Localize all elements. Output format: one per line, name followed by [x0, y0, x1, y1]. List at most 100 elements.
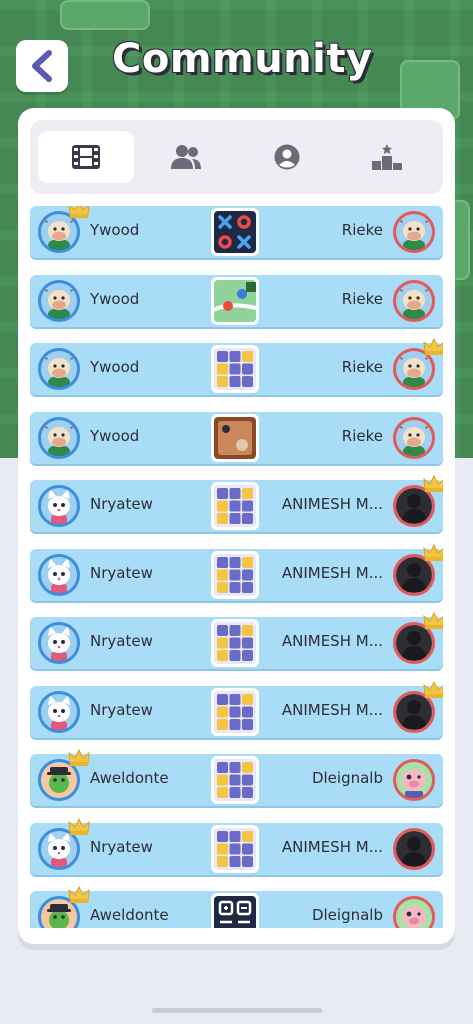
player-name-right: ANIMESH M...	[281, 700, 383, 719]
memory-grid-icon	[214, 827, 256, 870]
player-name-left: Nryatew	[90, 495, 153, 513]
player-name-left: Nryatew	[90, 632, 153, 650]
memory-grid-icon	[214, 622, 256, 664]
player-avatar-right[interactable]	[393, 827, 435, 870]
player-avatar-left[interactable]	[38, 485, 80, 527]
player-name-left: Nryatew	[90, 837, 153, 856]
user-circle-icon	[274, 144, 300, 170]
match-row[interactable]: Nryatew ANIMESH M...	[30, 543, 443, 601]
player-name-right: Rieke	[341, 289, 383, 308]
match-row[interactable]: Aweldonte Dleignalb	[30, 886, 443, 928]
player-avatar-left[interactable]	[38, 553, 80, 596]
player-avatar-left[interactable]	[38, 690, 80, 733]
board-game-icon	[214, 416, 256, 459]
back-button[interactable]	[16, 40, 68, 92]
crown-icon	[423, 612, 443, 629]
match-row[interactable]: Ywood Rieke	[30, 274, 443, 327]
player-avatar-left[interactable]	[38, 749, 90, 801]
tic-tac-toe-icon	[214, 211, 256, 253]
game-thumbnail[interactable]	[211, 482, 259, 530]
player-name-right: Rieke	[341, 426, 383, 445]
map-game-icon	[213, 279, 257, 322]
chevron-left-icon	[32, 50, 52, 82]
match-row[interactable]: Nryatew ANIMESH M...	[30, 612, 443, 669]
crown-icon	[423, 680, 443, 698]
podium-icon	[371, 144, 402, 170]
memory-grid-icon	[214, 759, 256, 801]
crown-icon	[423, 338, 443, 355]
memory-grid-icon	[214, 485, 256, 527]
player-name-right: Dleignalb	[311, 906, 383, 924]
player-avatar-right[interactable]	[393, 211, 435, 253]
memory-grid-icon	[214, 553, 256, 596]
player-avatar-left[interactable]	[38, 886, 90, 928]
player-avatar-right[interactable]	[393, 896, 435, 928]
player-avatar-right[interactable]	[393, 543, 443, 596]
player-name-right: Rieke	[341, 358, 383, 376]
crown-icon	[68, 749, 90, 766]
player-name-left: Nryatew	[90, 700, 153, 719]
match-row[interactable]: Nryatew ANIMESH M...	[30, 680, 443, 738]
player-avatar-left[interactable]	[38, 416, 80, 459]
memory-grid-icon	[214, 348, 256, 390]
game-thumbnail[interactable]	[211, 893, 259, 928]
player-name-left: Ywood	[90, 358, 140, 376]
player-name-right: ANIMESH M...	[281, 837, 383, 856]
community-panel: Ywood Rieke Ywood Rieke Ywood Rieke Ywood Rieke…	[18, 108, 455, 944]
crown-icon	[423, 475, 443, 492]
player-name-left: Aweldonte	[90, 906, 169, 924]
game-thumbnail[interactable]	[211, 550, 259, 599]
game-thumbnail[interactable]	[211, 619, 259, 667]
crown-icon	[423, 543, 443, 561]
player-avatar-right[interactable]	[393, 338, 443, 390]
player-name-right: ANIMESH M...	[281, 563, 383, 582]
match-row[interactable]: Ywood Rieke	[30, 338, 443, 395]
film-icon	[72, 145, 101, 169]
memory-grid-icon	[214, 690, 256, 733]
player-name-left: Ywood	[90, 289, 140, 308]
player-name-left: Ywood	[90, 426, 140, 445]
users-icon	[171, 145, 202, 169]
tab-profile[interactable]	[239, 131, 335, 183]
player-avatar-left[interactable]	[38, 206, 90, 253]
game-thumbnail[interactable]	[211, 208, 259, 256]
match-list[interactable]: Ywood Rieke Ywood Rieke Ywood Rieke Ywood Rieke…	[30, 206, 443, 928]
tab-leaderboard[interactable]	[339, 131, 435, 183]
match-row[interactable]: Nryatew ANIMESH M...	[30, 475, 443, 532]
player-name-left: Aweldonte	[90, 769, 169, 787]
page-title: Community	[112, 36, 373, 82]
player-avatar-right[interactable]	[393, 759, 435, 801]
game-thumbnail[interactable]	[211, 756, 259, 804]
game-thumbnail[interactable]	[211, 687, 259, 736]
player-name-right: ANIMESH M...	[281, 495, 383, 513]
tab-bar	[30, 120, 443, 194]
player-avatar-right[interactable]	[393, 475, 443, 527]
game-thumbnail[interactable]	[211, 276, 259, 325]
player-avatar-right[interactable]	[393, 416, 435, 459]
player-avatar-left[interactable]	[38, 817, 90, 870]
match-row[interactable]: Ywood Rieke	[30, 411, 443, 464]
calculator-icon	[214, 896, 256, 928]
player-avatar-right[interactable]	[393, 279, 435, 322]
player-name-right: ANIMESH M...	[281, 632, 383, 650]
match-row[interactable]: Nryatew ANIMESH M...	[30, 817, 443, 875]
player-name-left: Nryatew	[90, 563, 153, 582]
crown-icon	[68, 206, 90, 218]
player-avatar-left[interactable]	[38, 622, 80, 664]
game-thumbnail[interactable]	[211, 345, 259, 393]
player-avatar-left[interactable]	[38, 279, 80, 322]
game-thumbnail[interactable]	[211, 824, 259, 873]
tab-friends[interactable]	[138, 131, 234, 183]
player-avatar-right[interactable]	[393, 612, 443, 664]
player-name-right: Rieke	[341, 221, 383, 239]
match-row[interactable]: Ywood Rieke	[30, 206, 443, 258]
crown-icon	[68, 817, 90, 835]
home-indicator[interactable]	[152, 1008, 322, 1013]
match-row[interactable]: Aweldonte Dleignalb	[30, 749, 443, 806]
player-avatar-right[interactable]	[393, 680, 443, 733]
game-thumbnail[interactable]	[211, 413, 259, 462]
tab-matches[interactable]	[38, 131, 135, 183]
player-avatar-left[interactable]	[38, 348, 80, 390]
player-name-left: Ywood	[90, 221, 140, 239]
player-name-right: Dleignalb	[311, 769, 383, 787]
